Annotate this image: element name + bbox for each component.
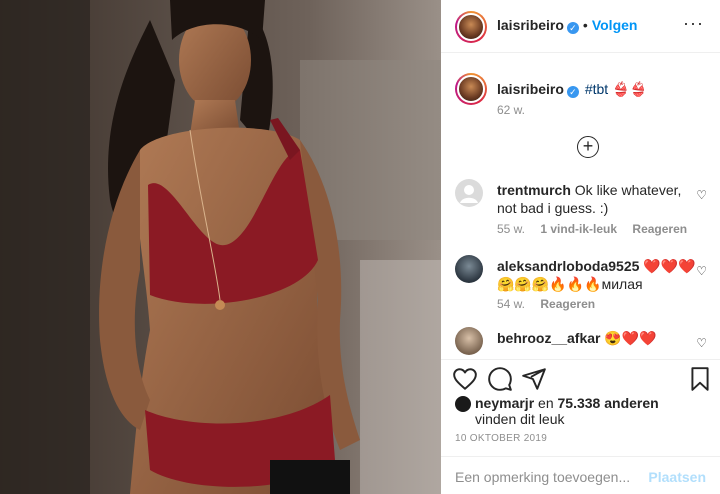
reply-button[interactable]: Reageren [540, 297, 595, 311]
post-comment-button[interactable]: Plaatsen [648, 469, 706, 485]
caption-meta: 62 w. [497, 103, 537, 117]
comment-meta: 54 w. Reageren [497, 297, 607, 311]
comment-time[interactable]: 54 w. [497, 297, 525, 311]
plus-circle-icon[interactable]: + [577, 136, 599, 158]
post-header: laisribeiro ✓ • Volgen ··· [441, 0, 720, 53]
comment-avatar[interactable] [455, 179, 483, 207]
post-photo[interactable] [0, 0, 441, 494]
caption-time[interactable]: 62 w. [497, 103, 525, 117]
likes-suffix: vinden dit leuk [475, 411, 565, 427]
comment-text-block: trentmurch Ok like whatever, not bad i g… [497, 181, 697, 217]
caption-avatar[interactable] [455, 73, 487, 105]
verified-badge-icon: ✓ [566, 86, 579, 98]
comment-row: trentmurch Ok like whatever, not bad i g… [455, 179, 707, 239]
comment-username[interactable]: behrooz__afkar [497, 330, 600, 346]
comment-username[interactable]: trentmurch [497, 182, 571, 198]
caption-line: laisribeiro ✓ #tbt 👙👙 [497, 81, 647, 98]
likes-connector: en [538, 395, 554, 411]
paper-plane-icon[interactable] [521, 366, 547, 392]
post-actions: neymarjr en 75.338 anderen vinden dit le… [441, 359, 720, 494]
comment-like-heart-icon[interactable]: ♡ [696, 264, 707, 278]
liker-username[interactable]: neymarjr [475, 395, 534, 411]
comment-time[interactable]: 55 w. [497, 222, 525, 236]
likes-summary: neymarjr en 75.338 anderen vinden dit le… [455, 395, 659, 427]
more-options-icon[interactable]: ··· [683, 14, 704, 32]
author-line: laisribeiro ✓ • Volgen [497, 17, 637, 34]
reply-button[interactable]: Reageren [632, 222, 687, 236]
post-date[interactable]: 10 OKTOBER 2019 [455, 433, 547, 444]
verified-badge-icon: ✓ [566, 22, 579, 34]
heart-icon[interactable] [452, 366, 478, 392]
comment-text-block: behrooz__afkar 😍❤️❤️ [497, 329, 697, 347]
comment-text: 😍❤️❤️ [604, 330, 657, 346]
comment-row: aleksandrloboda9525 ❤️❤️❤️ 🤗🤗🤗🔥🔥🔥милая ♡… [455, 255, 707, 313]
photo-illustration [0, 0, 441, 494]
comment-input[interactable]: Een opmerking toevoegen... [455, 469, 630, 485]
follow-button[interactable]: Volgen [592, 17, 638, 33]
liker-avatar[interactable] [455, 396, 471, 412]
comment-like-heart-icon[interactable]: ♡ [696, 336, 707, 350]
comment-avatar[interactable] [455, 255, 483, 283]
comment-avatar[interactable] [455, 327, 483, 355]
likes-count[interactable]: 75.338 anderen [558, 395, 659, 411]
comment-row: behrooz__afkar 😍❤️❤️ ♡ [455, 327, 707, 357]
caption-text: #tbt 👙👙 [584, 81, 647, 97]
separator-dot: • [582, 17, 588, 33]
comment-meta: 55 w. 1 vind-ik-leuk Reageren [497, 222, 699, 236]
caption-username[interactable]: laisribeiro [497, 81, 564, 97]
comment-text-block: aleksandrloboda9525 ❤️❤️❤️ 🤗🤗🤗🔥🔥🔥милая [497, 257, 707, 293]
comment-username[interactable]: aleksandrloboda9525 [497, 258, 639, 274]
bookmark-icon[interactable] [687, 366, 713, 392]
comment-likes[interactable]: 1 vind-ik-leuk [540, 222, 617, 236]
post-side-panel: laisribeiro ✓ • Volgen ··· laisribeiro ✓ #tb… [441, 0, 720, 494]
caption-row: laisribeiro ✓ #tbt 👙👙 62 w. [455, 73, 707, 123]
author-avatar[interactable] [455, 11, 487, 43]
comment-like-heart-icon[interactable]: ♡ [696, 188, 707, 202]
comment-icon[interactable] [487, 366, 513, 392]
comments-list: laisribeiro ✓ #tbt 👙👙 62 w. + trentmurch … [441, 53, 720, 359]
add-comment-bar: Een opmerking toevoegen... Plaatsen [441, 456, 720, 494]
author-username[interactable]: laisribeiro [497, 17, 564, 33]
